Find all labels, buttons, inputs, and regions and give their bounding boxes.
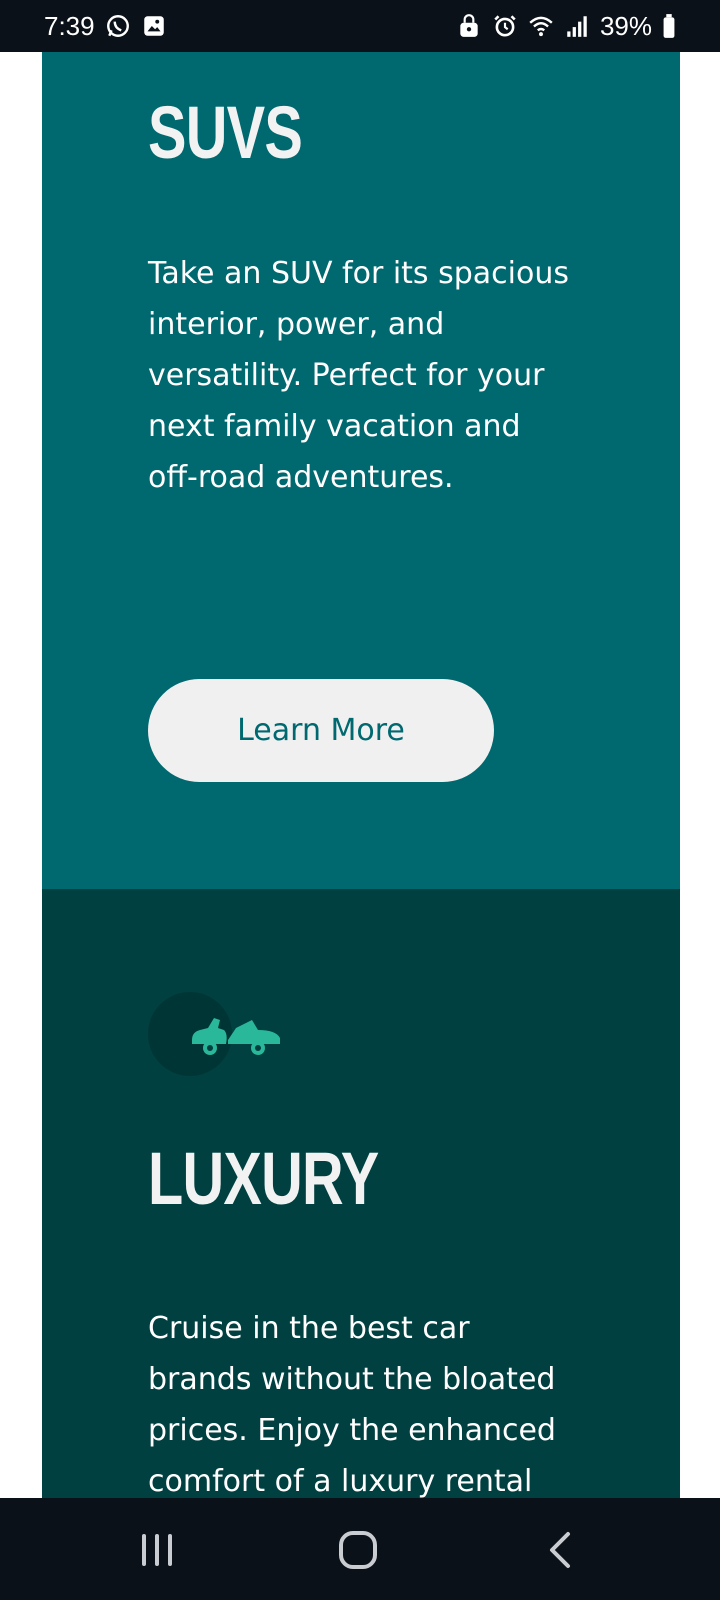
alarm-icon — [492, 13, 518, 39]
wifi-icon — [528, 13, 554, 39]
navigation-bar — [0, 1498, 720, 1600]
luxury-card: LUXURY Cruise in the best car brands wit… — [42, 889, 680, 1539]
status-bar: 7:39 39% — [0, 0, 720, 52]
status-time: 7:39 — [44, 10, 95, 41]
home-icon — [339, 1531, 377, 1569]
recent-apps-icon — [142, 1534, 172, 1566]
image-icon — [141, 13, 167, 39]
back-icon — [550, 1532, 570, 1568]
recent-apps-button[interactable] — [135, 1528, 179, 1572]
luxury-icon-badge — [148, 992, 288, 1078]
back-button[interactable] — [540, 1528, 584, 1572]
suvs-title: SUVS — [148, 91, 303, 174]
suvs-card: SUVS Take an SUV for its spacious interi… — [42, 52, 680, 889]
battery-icon — [662, 13, 676, 39]
battery-percent: 39% — [599, 10, 652, 41]
suvs-description: Take an SUV for its spacious interior, p… — [148, 256, 569, 495]
whatsapp-icon — [105, 13, 131, 39]
luxury-title: LUXURY — [148, 1137, 379, 1220]
lock-icon — [456, 13, 482, 39]
home-button[interactable] — [336, 1528, 380, 1572]
page-content: SUVS Take an SUV for its spacious interi… — [0, 52, 720, 1539]
learn-more-button[interactable]: Learn More — [148, 679, 494, 782]
luxury-description: Cruise in the best car brands without th… — [148, 1311, 556, 1499]
signal-icon — [564, 13, 590, 39]
luxury-car-icon — [192, 1018, 280, 1055]
